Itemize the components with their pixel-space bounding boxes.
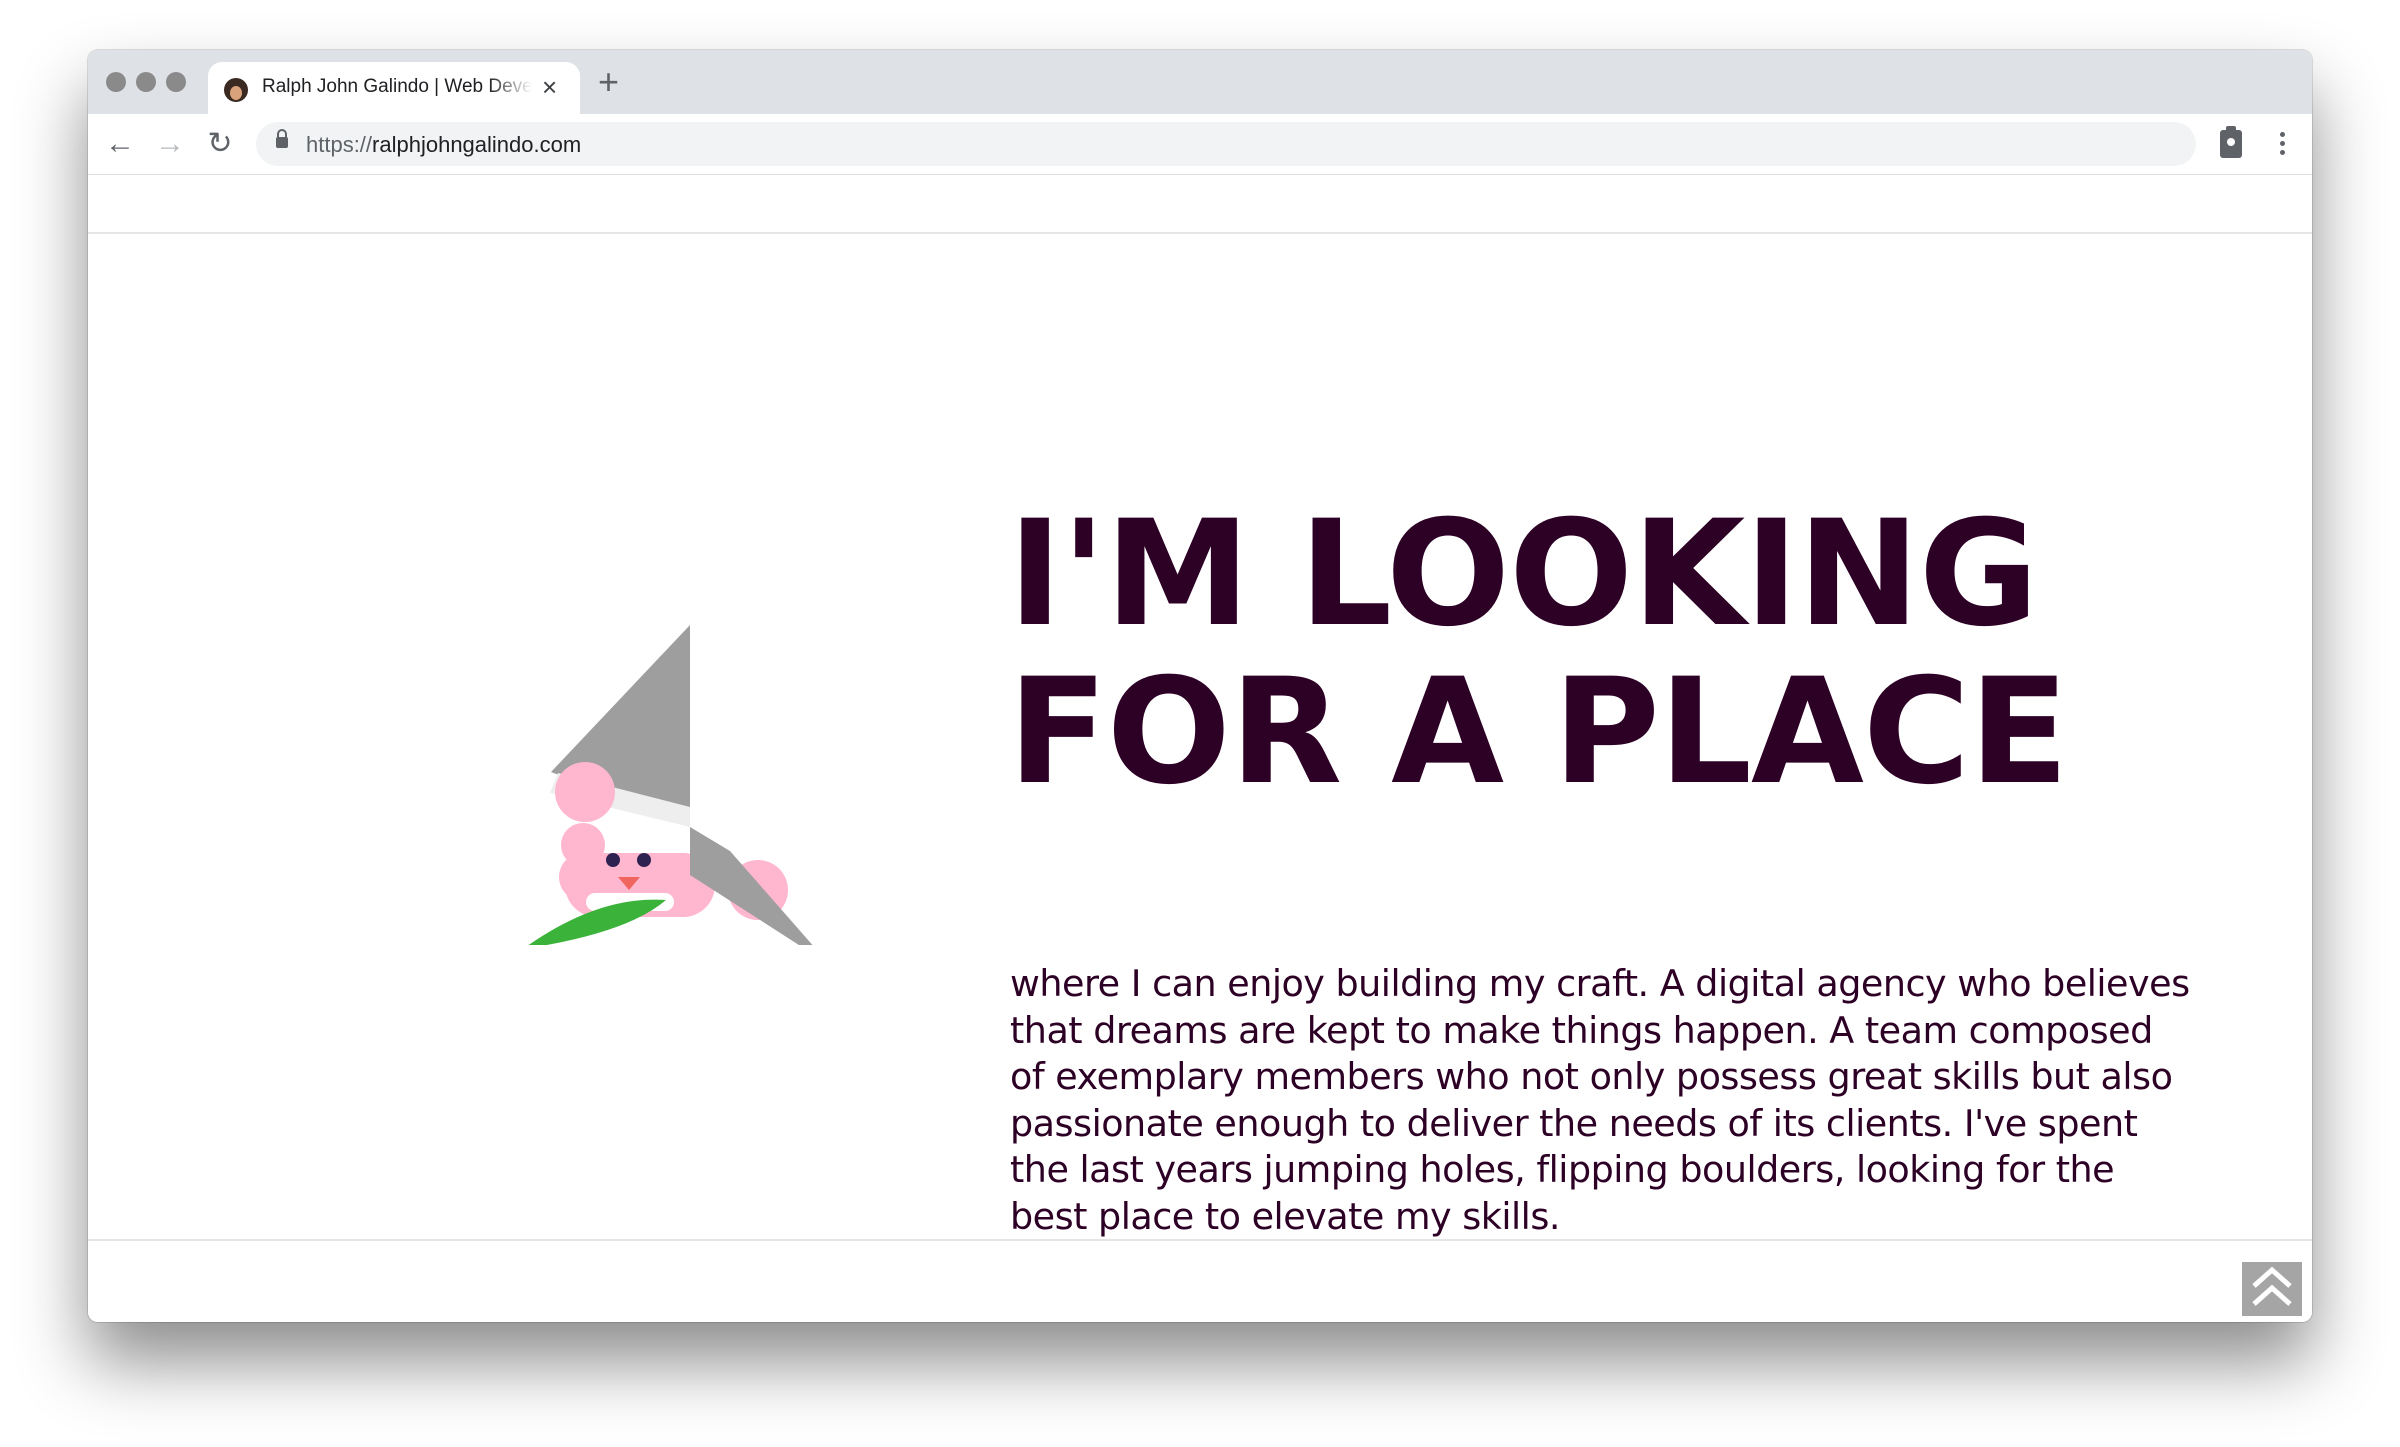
url-host: ralphjohngalindo.com	[372, 132, 582, 157]
tab-title: Ralph John Galindo | Web Developer	[262, 76, 532, 97]
back-button[interactable]: ←	[100, 124, 140, 164]
browser-tab-active[interactable]: Ralph John Galindo | Web Developer ×	[208, 62, 580, 114]
new-tab-button[interactable]: +	[598, 64, 619, 100]
kebab-menu-icon[interactable]	[2272, 126, 2292, 162]
avatar-favicon-icon	[224, 78, 248, 102]
url-scheme: https://	[306, 132, 373, 157]
tab-close-icon[interactable]: ×	[542, 74, 557, 100]
reload-button[interactable]: ↻	[200, 124, 240, 164]
page-viewport: I'M LOOKING FOR A PLACE where I can enjo…	[88, 175, 2312, 1322]
hat-brim	[690, 827, 730, 851]
headline-line-1: I'M LOOKING	[1008, 489, 2039, 659]
creature-illustration	[528, 625, 813, 945]
url-text[interactable]: https://ralphjohngalindo.com	[306, 132, 581, 158]
creature-eye-right	[637, 853, 651, 867]
double-chevron-up-icon	[2252, 1266, 2292, 1306]
minimize-window-button[interactable]	[136, 72, 156, 92]
creature-ear	[555, 762, 615, 822]
tab-strip: Ralph John Galindo | Web Developer × +	[88, 50, 2312, 114]
headline-line-2: FOR A PLACE	[1008, 647, 2069, 817]
address-bar[interactable]: https://ralphjohngalindo.com	[256, 122, 2196, 166]
intro-paragraph: where I can enjoy building my craft. A d…	[1010, 962, 2190, 1238]
bottom-bar	[88, 1239, 2312, 1322]
maximize-window-button[interactable]	[166, 72, 186, 92]
forward-button[interactable]: →	[150, 124, 190, 164]
lock-icon[interactable]	[276, 129, 288, 148]
creature-eye-left	[606, 853, 620, 867]
browser-window: Ralph John Galindo | Web Developer × + ←…	[88, 50, 2312, 1322]
close-window-button[interactable]	[106, 72, 126, 92]
page-headline: I'M LOOKING FOR A PLACE	[1008, 495, 2208, 811]
top-bar	[88, 175, 2312, 234]
browser-toolbar: ← → ↻ https://ralphjohngalindo.com	[88, 114, 2312, 175]
clipboard-extension-icon[interactable]	[2220, 126, 2242, 158]
scroll-to-top-button[interactable]	[2242, 1262, 2302, 1316]
